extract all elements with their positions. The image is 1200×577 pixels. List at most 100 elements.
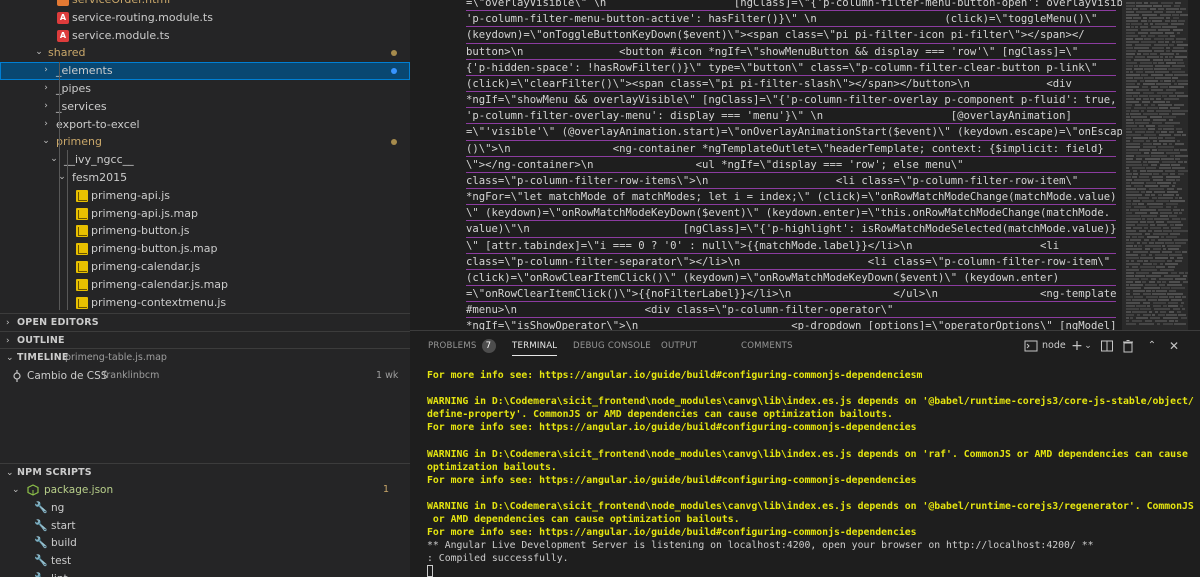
- code-line[interactable]: (click)=\"onRowClearItemClick()\" (keydo…: [466, 270, 1116, 287]
- tab-problems[interactable]: PROBLEMS 7: [428, 331, 496, 361]
- minimap-line: [1165, 56, 1168, 58]
- minimap-line: [1126, 278, 1139, 280]
- minimap-line: [1143, 143, 1152, 145]
- minimap-line: [1172, 41, 1175, 43]
- tree-item-elements[interactable]: › _elements: [0, 62, 410, 80]
- split-terminal-icon[interactable]: [1100, 338, 1114, 354]
- code-line[interactable]: (click)=\"clearFilter()\"><span class=\"…: [466, 76, 1116, 93]
- close-icon[interactable]: ✕: [1168, 338, 1180, 354]
- code-line[interactable]: =\"onRowClearItemClick()\">{{noFilterLab…: [466, 286, 1117, 303]
- trash-icon[interactable]: [1121, 338, 1135, 354]
- code-line[interactable]: *ngFor=\"let matchMode of matchModes; le…: [466, 189, 1117, 206]
- minimap-line: [1153, 173, 1159, 175]
- tree-item-primeng-calendar-js-map[interactable]: primeng-calendar.js.map: [0, 276, 410, 294]
- tab-output[interactable]: OUTPUT: [661, 331, 697, 361]
- code-line[interactable]: class=\"p-column-filter-row-items\">\n <…: [466, 173, 1116, 190]
- minimap-line: [1155, 254, 1168, 256]
- minimap-line: [1165, 122, 1180, 124]
- npm-script-start[interactable]: 🔧 start: [0, 517, 410, 535]
- code-line[interactable]: =\"overlayVisible\" \n [ngClass]=\"{'p-c…: [466, 0, 1122, 12]
- tree-item-export-to-excel[interactable]: › export-to-excel: [0, 116, 410, 134]
- tree-item-primeng-button-js[interactable]: primeng-button.js: [0, 222, 410, 240]
- minimap-line: [1164, 59, 1171, 61]
- npm-scripts-header[interactable]: ⌄ NPM SCRIPTS: [0, 463, 410, 481]
- minimap-line: [1160, 14, 1171, 16]
- minimap-line: [1141, 35, 1146, 37]
- code-line[interactable]: value)\"\n [ngClass]=\"{'p-highlight': i…: [466, 221, 1117, 238]
- minimap-line: [1143, 98, 1149, 100]
- code-line[interactable]: \"></ng-container>\n <ul *ngIf=\"display…: [466, 157, 1116, 173]
- code-line[interactable]: #menu>\n <div class=\"p-column-filter-op…: [466, 302, 1116, 319]
- npm-script-ng[interactable]: 🔧 ng: [0, 499, 410, 517]
- code-line[interactable]: (keydown)=\"onToggleButtonKeyDown($event…: [466, 27, 1116, 44]
- tree-item-service-order-html[interactable]: serviceOrder.html: [0, 0, 410, 9]
- minimap-line: [1182, 134, 1186, 136]
- code-line[interactable]: class=\"p-column-filter-separator\"></li…: [466, 254, 1116, 270]
- minimap-line: [1183, 275, 1187, 277]
- code-line[interactable]: =\"'visible'\" (@overlayAnimation.start)…: [466, 124, 1122, 141]
- minimap-line: [1149, 17, 1164, 19]
- tree-item-service-routing-module[interactable]: A service-routing.module.ts: [0, 9, 410, 27]
- minimap-line: [1169, 86, 1184, 88]
- tab-debug-console[interactable]: DEBUG CONSOLE: [573, 331, 651, 361]
- tree-item-service-module[interactable]: A service.module.ts: [0, 27, 410, 45]
- wrench-icon: 🔧: [34, 554, 48, 567]
- npm-script-lint[interactable]: 🔧 lint: [0, 570, 410, 577]
- tree-item-fesm2015[interactable]: ⌄ fesm2015: [0, 169, 410, 187]
- tree-item-services[interactable]: › _services: [0, 98, 410, 116]
- minimap-line: [1143, 17, 1147, 19]
- code-line[interactable]: \" (keydown)=\"onRowMatchModeKeyDown($ev…: [466, 205, 1116, 222]
- terminal-output[interactable]: For more info see: https://angular.io/gu…: [427, 369, 1194, 577]
- minimap-line: [1158, 41, 1164, 43]
- minimap-line: [1159, 113, 1169, 115]
- timeline-entry[interactable]: Cambio de CSS franklinbcm 1 wk: [0, 367, 410, 385]
- minimap-line: [1154, 308, 1170, 310]
- minimap-line: [1140, 209, 1156, 211]
- outline-header[interactable]: › OUTLINE: [0, 331, 410, 349]
- terminal-prompt[interactable]: [427, 565, 1192, 577]
- minimap-line: [1153, 305, 1161, 307]
- npm-script-build[interactable]: 🔧 build: [0, 534, 410, 552]
- chevron-down-icon[interactable]: ⌄: [1083, 338, 1093, 354]
- minimap-line: [1156, 83, 1171, 85]
- code-line[interactable]: 'p-column-filter-menu-button-active': ha…: [466, 11, 1116, 28]
- minimap-line: [1126, 17, 1132, 19]
- tree-item-shared[interactable]: ⌄ shared: [0, 44, 410, 62]
- npm-script-test[interactable]: 🔧 test: [0, 552, 410, 570]
- minimap-line: [1145, 80, 1158, 82]
- minimap-line: [1146, 296, 1158, 298]
- tree-item-primeng-calendar-js[interactable]: primeng-calendar.js: [0, 258, 410, 276]
- tree-item-primeng-button-js-map[interactable]: primeng-button.js.map: [0, 240, 410, 258]
- tree-item-primeng[interactable]: ⌄ primeng: [0, 133, 410, 151]
- code-line[interactable]: *ngIf=\"isShowOperator\">\n <p-dropdown …: [466, 318, 1117, 330]
- code-line[interactable]: ()\">\n <ng-container *ngTemplateOutlet=…: [466, 141, 1116, 157]
- tree-item-primeng-contextmenu-js[interactable]: primeng-contextmenu.js: [0, 294, 410, 312]
- chevron-up-icon[interactable]: ⌃: [1146, 338, 1158, 354]
- terminal-shell-selector[interactable]: node: [1042, 338, 1066, 354]
- code-line[interactable]: {'p-hidden-space': !hasRowFilter()}\" ty…: [466, 60, 1116, 76]
- minimap-line: [1131, 116, 1147, 118]
- code-line[interactable]: 'p-column-filter-overlay-menu': display …: [466, 108, 1116, 125]
- tree-item-pipes[interactable]: › _pipes: [0, 80, 410, 98]
- npm-package-json[interactable]: ⌄ package.json 1: [0, 481, 410, 499]
- code-editor[interactable]: =\"overlayVisible\" \n [ngClass]=\"{'p-c…: [410, 0, 1122, 330]
- minimap-line: [1165, 263, 1178, 265]
- new-terminal-icon[interactable]: +: [1070, 338, 1084, 354]
- tab-comments[interactable]: COMMENTS: [741, 331, 793, 361]
- tree-item-primeng-api-js-map[interactable]: primeng-api.js.map: [0, 205, 410, 223]
- code-content[interactable]: =\"overlayVisible\" \n [ngClass]=\"{'p-c…: [466, 0, 1122, 330]
- tree-item-primeng-api-js[interactable]: primeng-api.js: [0, 187, 410, 205]
- code-line[interactable]: \" [attr.tabindex]=\"i === 0 ? '0' : nul…: [466, 238, 1116, 254]
- minimap-line: [1163, 116, 1176, 118]
- tab-terminal[interactable]: TERMINAL: [512, 331, 558, 361]
- minimap-line: [1155, 257, 1168, 259]
- open-editors-header[interactable]: › OPEN EDITORS: [0, 313, 410, 331]
- code-line[interactable]: button>\n <button #icon *ngIf=\"showMenu…: [466, 44, 1116, 60]
- minimap-line: [1133, 227, 1142, 229]
- timeline-header[interactable]: ⌄ TIMELINE primeng-table.js.map: [0, 348, 410, 366]
- minimap-line: [1169, 143, 1172, 145]
- minimap[interactable]: [1122, 0, 1200, 330]
- minimap-line: [1126, 266, 1129, 268]
- code-line[interactable]: *ngIf=\"showMenu && overlayVisible\" [ng…: [466, 92, 1117, 109]
- tree-item-ivy-ngcc[interactable]: ⌄ __ivy_ngcc__: [0, 151, 410, 169]
